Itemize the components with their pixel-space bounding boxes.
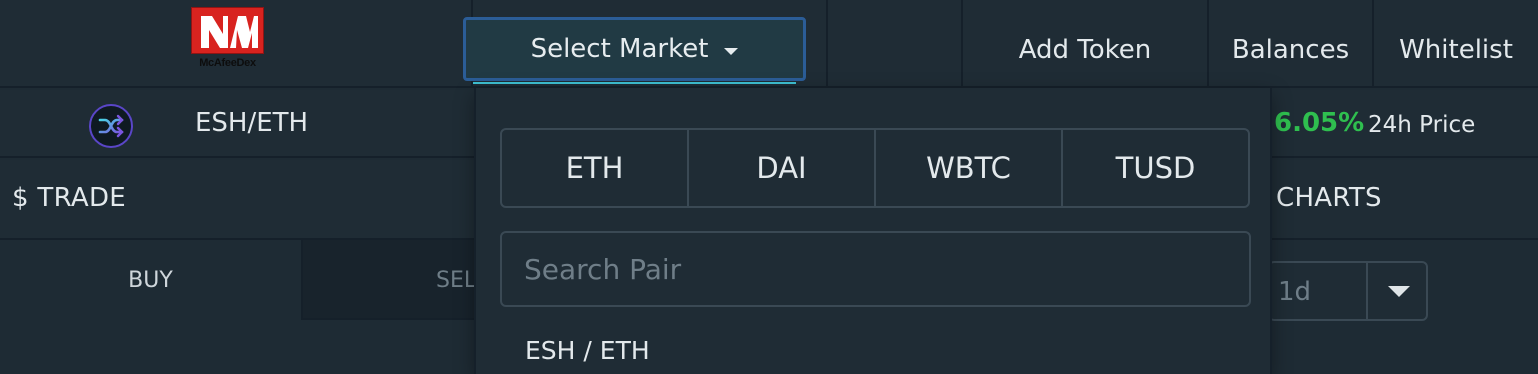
select-market-underline bbox=[473, 82, 796, 84]
whitelist-link[interactable]: Whitelist bbox=[1374, 28, 1538, 72]
nav-divider bbox=[826, 0, 828, 88]
mcafeedex-logo[interactable]: McAfeeDex bbox=[190, 7, 265, 71]
sell-tab-label: SEL bbox=[436, 268, 477, 293]
timeframe-value: 1d bbox=[1278, 277, 1312, 307]
pair-list-item[interactable]: ESH / ETH bbox=[525, 336, 650, 365]
select-market-label: Select Market bbox=[530, 34, 709, 64]
sell-tab[interactable]: SEL bbox=[303, 240, 503, 320]
price-change-label: 24h Price bbox=[1368, 112, 1476, 138]
quote-tab-dai[interactable]: DAI bbox=[689, 130, 876, 206]
quote-tab-tusd[interactable]: TUSD bbox=[1063, 130, 1248, 206]
buy-tab[interactable]: BUY bbox=[0, 240, 303, 320]
shuffle-icon bbox=[89, 104, 133, 148]
search-pair-input[interactable] bbox=[500, 231, 1251, 307]
price-change-percent: 6.05% bbox=[1274, 108, 1365, 138]
add-token-link[interactable]: Add Token bbox=[963, 28, 1207, 72]
select-market-button[interactable]: Select Market bbox=[463, 17, 806, 81]
caret-down-icon bbox=[724, 47, 739, 55]
quote-tab-eth[interactable]: ETH bbox=[502, 130, 689, 206]
logo-wordmark: McAfeeDex bbox=[199, 57, 256, 69]
quote-currency-tabs: ETH DAI WBTC TUSD bbox=[500, 128, 1250, 208]
logo-mark-icon bbox=[191, 7, 264, 54]
trade-section-title: $ TRADE bbox=[12, 183, 127, 213]
charts-section-title: CHARTS bbox=[1276, 183, 1382, 213]
timeframe-dropdown-button[interactable] bbox=[1366, 263, 1430, 319]
buy-tab-label: BUY bbox=[128, 267, 173, 293]
quote-tab-wbtc[interactable]: WBTC bbox=[876, 130, 1063, 206]
select-market-dropdown: ETH DAI WBTC TUSD ESH / ETH bbox=[474, 88, 1272, 374]
caret-down-icon bbox=[1388, 285, 1410, 297]
balances-link[interactable]: Balances bbox=[1209, 28, 1372, 72]
market-pair-label: ESH/ETH bbox=[195, 108, 309, 138]
timeframe-select[interactable]: 1d bbox=[1268, 261, 1428, 321]
